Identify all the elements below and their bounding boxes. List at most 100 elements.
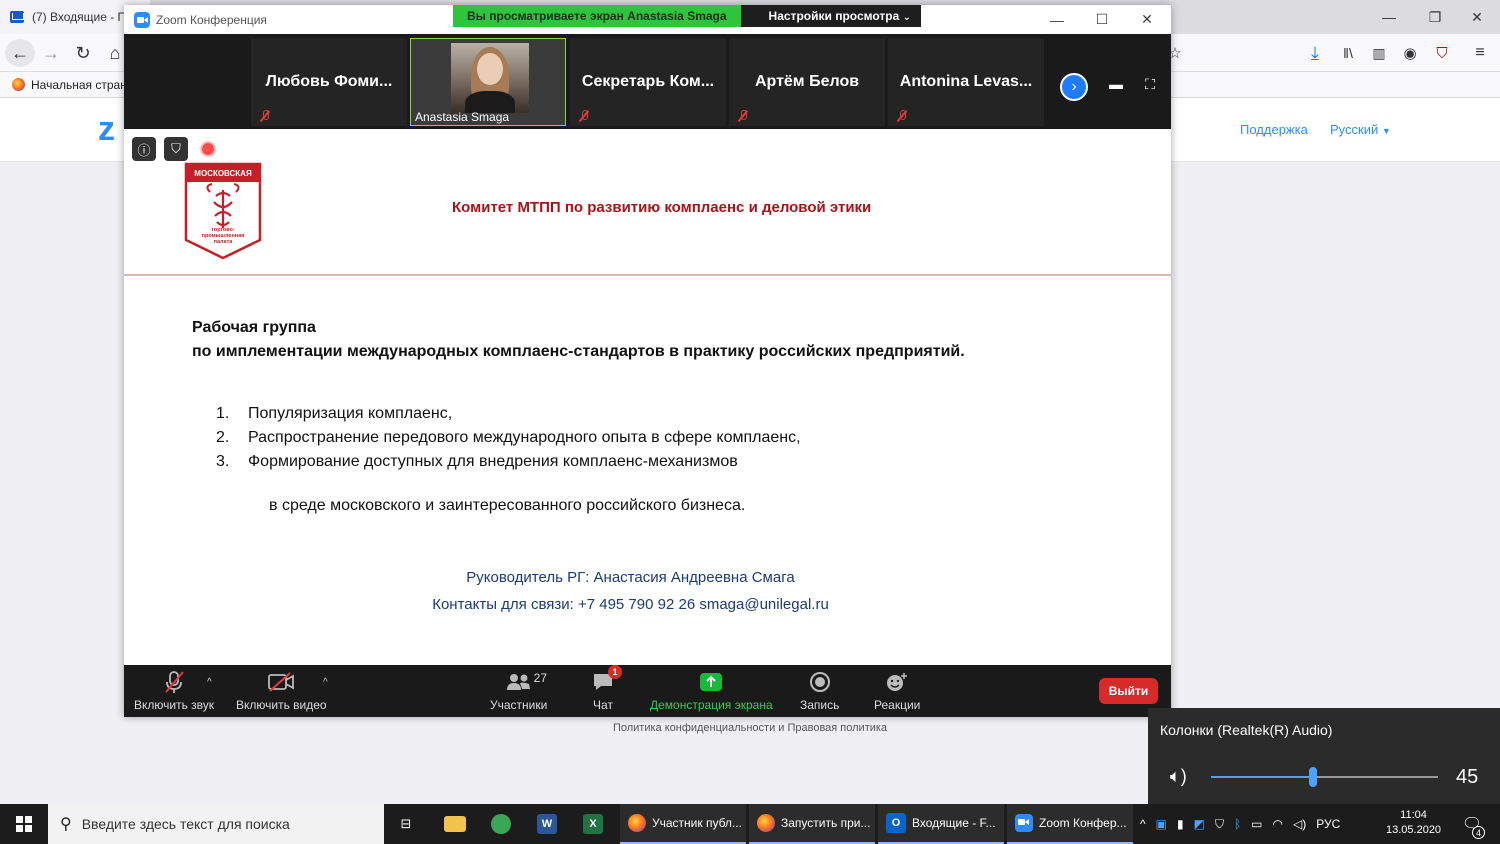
chat-badge: 1 (608, 665, 622, 679)
zoom-camera-icon (134, 11, 150, 28)
participant-tile-video[interactable]: Anastasia Smaga (410, 38, 566, 126)
system-clock[interactable]: 11:04 13.05.2020 (1386, 808, 1441, 838)
list-item: 1. Популяризация комплаенс, (216, 402, 801, 426)
taskbar: ⚲ Введите здесь текст для поиска ⊟ W X У… (0, 804, 1500, 844)
share-screen-icon (699, 669, 723, 695)
taskbar-task[interactable]: Участник публ... (620, 804, 746, 844)
chevron-up-icon[interactable]: ^ (323, 677, 328, 688)
speaker-icon[interactable]: ◁) (1293, 817, 1306, 831)
fullscreen-icon[interactable]: ⛶ (1140, 76, 1160, 92)
chat-icon: 1 (592, 665, 622, 695)
battery-icon[interactable]: ▭ (1251, 817, 1262, 831)
unmute-button[interactable]: Включить звук (134, 669, 214, 712)
participant-tile[interactable]: Секретарь Ком... (570, 38, 726, 126)
meeting-toolbar: Включить звук ^ Включить видео ^ 27 Учас… (124, 665, 1171, 717)
sidebar-icon[interactable]: ▥ (1364, 39, 1394, 67)
share-screen-button[interactable]: Демонстрация экрана (650, 669, 773, 712)
share-banner: Вы просматриваете экран Anastasia Smaga … (453, 5, 921, 27)
volume-slider[interactable] (1211, 767, 1438, 787)
privacy-link[interactable]: Политика конфиденциальности и Правовая п… (613, 722, 887, 734)
goal-continuation: в среде московского и заинтересованного … (269, 497, 746, 514)
restore-icon[interactable]: ❐ (1412, 0, 1458, 34)
maps-icon[interactable] (484, 804, 518, 844)
minimize-icon[interactable]: — (1366, 0, 1412, 34)
account-icon[interactable]: ◉ (1395, 39, 1425, 67)
maximize-icon[interactable]: ☐ (1079, 5, 1125, 34)
chat-button[interactable]: 1 Чат (592, 665, 622, 712)
outlook-tray-icon[interactable]: ◩ (1194, 817, 1205, 831)
participant-name: Antonina Levas... (899, 73, 1033, 90)
shield-icon[interactable]: ⛉ (164, 137, 188, 161)
minimize-icon[interactable]: — (1034, 5, 1080, 34)
next-page-button[interactable]: › (1060, 73, 1088, 101)
toolbar-label: Включить звук (134, 698, 215, 712)
forward-button[interactable]: → (36, 39, 66, 67)
participant-tile[interactable]: Артём Белов (729, 38, 885, 126)
clock-date: 13.05.2020 (1386, 824, 1442, 836)
start-button[interactable] (0, 804, 48, 844)
chevron-down-icon: ⌄ (902, 12, 911, 23)
mic-icon[interactable]: ▮ (1177, 817, 1184, 831)
close-icon[interactable]: ✕ (1124, 5, 1170, 34)
reload-button[interactable]: ↻ (68, 39, 98, 67)
record-icon (809, 669, 831, 695)
speaker-icon[interactable]: 🔈︎) (1170, 766, 1187, 787)
zoom-tray-icon[interactable]: ▣ (1156, 817, 1167, 831)
word-icon[interactable]: W (530, 804, 564, 844)
library-icon[interactable]: ‖\ (1333, 39, 1363, 67)
audio-device-name[interactable]: Колонки (Realtek(R) Audio) (1160, 722, 1332, 738)
recording-icon (196, 137, 220, 161)
notification-center[interactable]: 🗨︎ 4 (1458, 804, 1486, 844)
taskbar-search[interactable]: ⚲ Введите здесь текст для поиска (48, 804, 384, 844)
ublock-icon[interactable]: ⛉ (1427, 39, 1457, 67)
wg-title-line: по имплементации международных комплаенс… (192, 343, 965, 360)
chevron-up-icon[interactable]: ^ (207, 677, 212, 688)
search-icon: ⚲ (60, 816, 72, 833)
download-icon[interactable]: ⤓ (1300, 39, 1330, 67)
reactions-button[interactable]: Реакции (874, 669, 920, 712)
excel-icon[interactable]: X (576, 804, 610, 844)
support-link[interactable]: Поддержка (1240, 122, 1308, 137)
taskbar-task[interactable]: Zoom Конфер... (1007, 804, 1133, 844)
wifi-icon[interactable]: ◠ (1273, 817, 1283, 831)
file-explorer-icon[interactable] (438, 804, 472, 844)
menu-icon[interactable]: ≡ (1465, 39, 1495, 67)
info-icon[interactable]: ⓘ (132, 137, 156, 161)
chevron-up-icon[interactable]: ^ (1140, 817, 1146, 831)
mail-icon (10, 11, 24, 23)
task-view-icon[interactable]: ⊟ (390, 804, 422, 844)
volume-flyout: Колонки (Realtek(R) Audio) 🔈︎) 45 (1148, 708, 1500, 804)
toolbar-label: Демонстрация экрана (650, 698, 773, 712)
bluetooth-icon[interactable]: ᛒ (1234, 817, 1241, 831)
shared-screen: ⓘ ⛉ МОСКОВСКАЯ торгово- промышленная пал… (124, 129, 1171, 665)
close-icon[interactable]: ✕ (1454, 0, 1500, 34)
view-settings-button[interactable]: Настройки просмотра ⌄ (740, 5, 921, 27)
participants-button[interactable]: 27 Участники (490, 669, 547, 712)
back-button[interactable]: ← (5, 39, 35, 67)
toolbar-label: Запись (800, 698, 840, 712)
contact-info: Контакты для связи: +7 495 790 92 26 sma… (432, 596, 829, 613)
participants-count: 27 (533, 671, 548, 685)
bookmark-item[interactable]: Начальная стран (31, 78, 127, 92)
participant-tile[interactable]: Antonina Levas... (888, 38, 1044, 126)
language-select[interactable]: Русский ▼ (1330, 122, 1391, 137)
task-label: Входящие - F... (912, 816, 996, 830)
record-button[interactable]: Запись (800, 669, 839, 712)
input-language[interactable]: РУС (1316, 817, 1340, 831)
zoom-site-logo[interactable]: z (98, 110, 115, 149)
minimize-video-icon[interactable]: ▬ (1106, 76, 1126, 92)
start-video-button[interactable]: Включить видео (236, 669, 327, 712)
leave-meeting-button[interactable]: Выйти (1099, 678, 1158, 704)
task-label: Запустить при... (781, 816, 871, 830)
taskbar-task[interactable]: Запустить при... (749, 804, 875, 844)
participant-tile[interactable]: Любовь Фоми... (251, 38, 407, 126)
mic-muted-icon (737, 110, 749, 122)
taskbar-task[interactable]: O Входящие - F... (878, 804, 1004, 844)
list-text: Распространение передового международног… (248, 429, 801, 446)
defender-icon[interactable]: ⛉ (1215, 817, 1224, 832)
firefox-icon (757, 814, 775, 832)
goals-list: 1. Популяризация комплаенс, 2. Распростр… (216, 402, 801, 474)
volume-slider-thumb[interactable] (1309, 767, 1318, 787)
mic-muted-icon (259, 110, 271, 122)
participants-strip: Любовь Фоми... Anastasia Smaga Секретарь… (124, 34, 1171, 129)
